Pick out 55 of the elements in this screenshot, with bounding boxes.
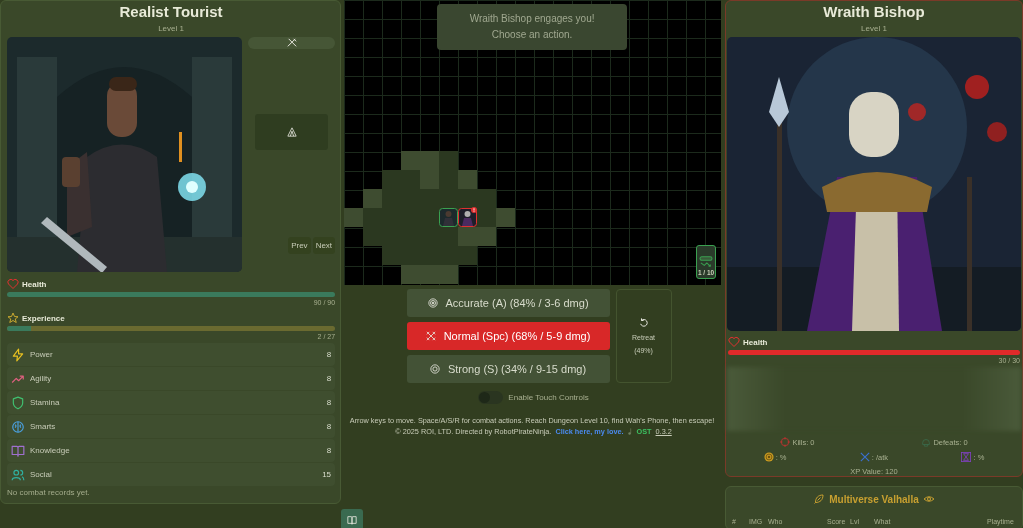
- attack-button[interactable]: Normal (Spc) (68% / 5-9 dmg): [406, 322, 610, 350]
- leaderboard-title: Multiverse Valhalla: [829, 493, 919, 505]
- player-level: Level 1: [157, 24, 185, 33]
- experience-label: Experience: [22, 313, 65, 323]
- feather-icon: [813, 493, 826, 505]
- tent-icon: [286, 127, 297, 137]
- alert-badge-icon: [471, 207, 478, 213]
- target-icon: [427, 298, 438, 308]
- lightning-icon: [11, 347, 25, 362]
- stat-label: Agility: [30, 374, 52, 383]
- crossed-swords-icon: [859, 452, 870, 462]
- enemy-token: [458, 208, 478, 227]
- people-icon: [11, 467, 25, 482]
- eye-icon[interactable]: [922, 493, 935, 505]
- stat-label: Power: [30, 350, 53, 359]
- health-label: Health: [22, 279, 47, 289]
- book-icon: [347, 515, 358, 525]
- stat-value: 8: [326, 350, 332, 359]
- journal-button[interactable]: [341, 509, 364, 528]
- stat-label: Social: [30, 470, 52, 479]
- stat-value: 15: [322, 470, 332, 479]
- player-name: Realist Tourist: [118, 3, 224, 21]
- attack-button[interactable]: Strong (S) (34% / 9-15 dmg): [406, 355, 610, 383]
- stat-label: Knowledge: [30, 446, 70, 455]
- book-icon: [11, 443, 25, 458]
- utensils-button[interactable]: [248, 37, 336, 49]
- combat-records-note: No combat records yet.: [7, 488, 91, 497]
- crosshair-icon: [780, 437, 791, 447]
- target-icon: [763, 452, 774, 462]
- heart-icon: [7, 278, 19, 290]
- message-line: Choose an action.: [491, 28, 573, 42]
- stat-value: 8: [326, 446, 332, 455]
- player-token: [439, 208, 459, 227]
- brain-icon: [11, 419, 25, 434]
- shield-icon: [11, 395, 25, 410]
- enemy-level: Level 1: [860, 24, 888, 33]
- stat-value: 8: [326, 422, 332, 431]
- message-line: Wraith Bishop engages you!: [469, 12, 595, 26]
- heart-icon: [728, 336, 740, 348]
- undo-icon: [638, 318, 649, 328]
- next-button[interactable]: Next: [312, 237, 336, 254]
- hourglass-icon: [961, 452, 972, 462]
- prev-button[interactable]: Prev: [288, 237, 311, 254]
- crossed-swords-icon: [425, 331, 436, 341]
- crossed-utensils-icon: [286, 38, 297, 48]
- stat-label: Stamina: [30, 398, 60, 407]
- stat-value: 8: [326, 374, 332, 383]
- stat-label: Smarts: [30, 422, 56, 431]
- touch-controls-label: Enable Touch Controls: [508, 393, 589, 402]
- target-icon: [429, 364, 440, 374]
- attack-button[interactable]: Accurate (A) (84% / 3-6 dmg): [406, 289, 610, 317]
- enemy-name: Wraith Bishop: [822, 3, 926, 21]
- health-label: Health: [743, 337, 768, 347]
- stat-value: 8: [326, 398, 332, 407]
- star-icon: [7, 312, 19, 324]
